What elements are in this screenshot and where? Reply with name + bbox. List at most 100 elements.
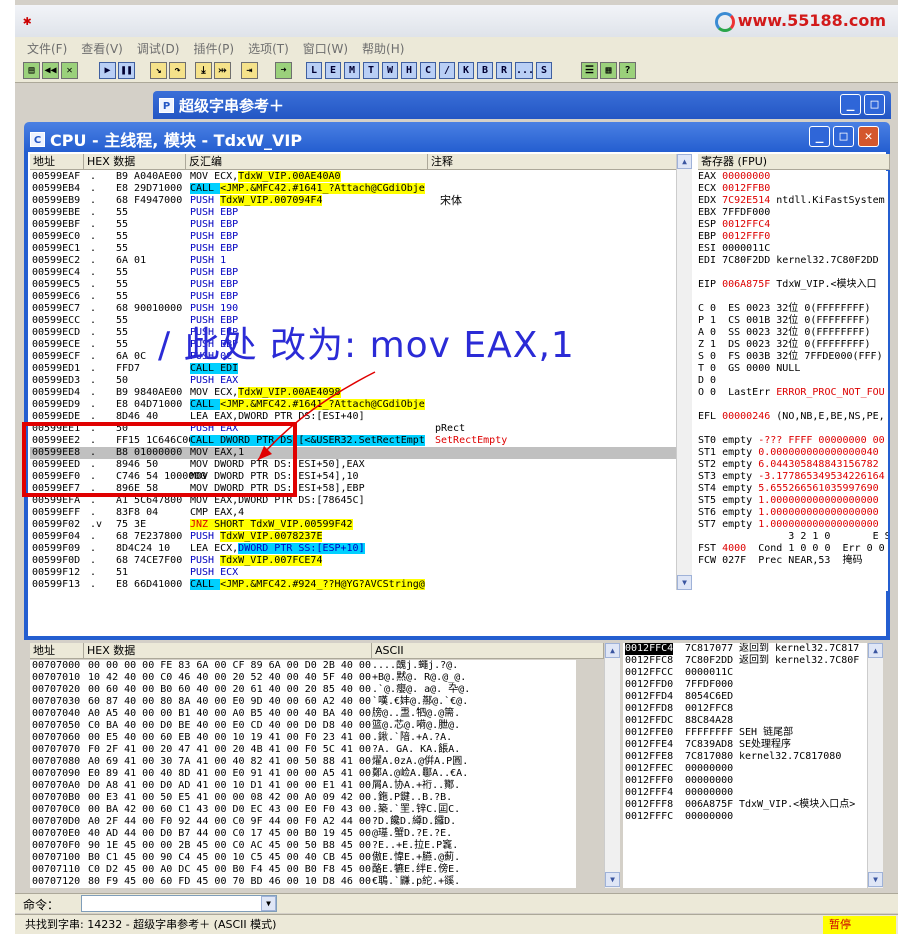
register-line[interactable]: O 0 LastErr ERROR_PROC_NOT_FOU bbox=[698, 387, 888, 399]
command-dropdown-icon[interactable]: ▼ bbox=[261, 896, 276, 911]
dump-row[interactable]: 00707060 00 E5 40 00 60 EB 40 00 10 19 41… bbox=[30, 732, 576, 744]
trace-over-icon[interactable]: ⤔ bbox=[214, 62, 231, 79]
menu-help[interactable]: 帮助(H) bbox=[362, 40, 404, 57]
disassembly-pane[interactable]: 00599EAF. B9 A040AE00 MOV ECX,TdxW_VIP.00A… bbox=[30, 171, 692, 591]
register-line[interactable]: S 0 FS 003B 32位 7FFDE000(FFF) bbox=[698, 351, 888, 363]
goto-icon[interactable]: ➜ bbox=[275, 62, 292, 79]
register-line[interactable]: ST5 empty 1.000000000000000000 bbox=[698, 495, 888, 507]
stack-scrollbar[interactable]: ▲ ▼ bbox=[867, 643, 883, 888]
register-line[interactable]: ESI 0000011C bbox=[698, 243, 888, 255]
toolbar-breakpoints-button[interactable]: B bbox=[477, 62, 493, 79]
dump-row[interactable]: 00707010 10 42 40 00 C0 46 40 00 20 52 40… bbox=[30, 672, 576, 684]
register-line[interactable]: EDX 7C92E514 ntdll.KiFastSystem bbox=[698, 195, 888, 207]
dump-row[interactable]: 00707100 B0 C1 45 00 90 C4 45 00 10 C5 45… bbox=[30, 852, 576, 864]
register-line[interactable]: EAX 00000000 bbox=[698, 171, 888, 183]
disasm-row[interactable]: 00599EC4. 55 PUSH EBP bbox=[30, 267, 692, 279]
main-title-bar[interactable]: ✱ www.55188.com bbox=[15, 5, 898, 37]
toolbar-modules-button[interactable]: E bbox=[325, 62, 341, 79]
register-pane[interactable]: EAX 00000000 ECX 0012FFB0 EDX 7C92E514 ntd… bbox=[698, 171, 888, 591]
disasm-row[interactable]: 00599EBE. 55 PUSH EBP bbox=[30, 207, 692, 219]
menu-debug[interactable]: 调试(D) bbox=[137, 40, 180, 57]
register-line[interactable] bbox=[698, 399, 888, 411]
toolbar-references-button[interactable]: R bbox=[496, 62, 512, 79]
maximize-icon[interactable]: □ bbox=[864, 94, 885, 115]
dump-row[interactable]: 00707120 80 F9 45 00 60 FD 45 00 70 BD 46… bbox=[30, 876, 576, 888]
disasm-row[interactable]: 00599F04. 68 7E237800 PUSH TdxW_VIP.007823… bbox=[30, 531, 692, 543]
disasm-row[interactable]: 00599EC5. 55 PUSH EBP bbox=[30, 279, 692, 291]
toolbar-log-button[interactable]: L bbox=[306, 62, 322, 79]
dump-row[interactable]: 007070E0 40 AD 44 00 D0 B7 44 00 C0 17 45… bbox=[30, 828, 576, 840]
menu-plugins[interactable]: 插件(P) bbox=[193, 40, 234, 57]
stack-row[interactable]: 0012FFD4 8054C6ED bbox=[623, 691, 867, 703]
stack-row[interactable]: 0012FFCC 0000011C bbox=[623, 667, 867, 679]
disasm-row[interactable]: 00599EAF. B9 A040AE00 MOV ECX,TdxW_VIP.00A… bbox=[30, 171, 692, 183]
dump-row[interactable]: 00707040 A0 A5 40 00 00 B1 40 00 A0 B5 40… bbox=[30, 708, 576, 720]
stack-row[interactable]: 0012FFFC 00000000 bbox=[623, 811, 867, 823]
disasm-row[interactable]: 00599ED4. B9 9840AE00 MOV ECX,TdxW_VIP.00A… bbox=[30, 387, 692, 399]
help-icon[interactable]: ? bbox=[619, 62, 636, 79]
dump-row[interactable]: 007070A0 D0 A8 41 00 D0 AD 41 00 10 D1 41… bbox=[30, 780, 576, 792]
scroll-up-icon[interactable]: ▲ bbox=[677, 154, 692, 169]
register-line[interactable] bbox=[698, 267, 888, 279]
toolbar-cpu-button[interactable]: C bbox=[420, 62, 436, 79]
dump-row[interactable]: 00707080 A0 69 41 00 30 7A 41 00 40 82 41… bbox=[30, 756, 576, 768]
register-line[interactable]: FCW 027F Prec NEAR,53 掩码 bbox=[698, 555, 888, 567]
stack-row[interactable]: 0012FFEC 00000000 bbox=[623, 763, 867, 775]
toolbar-patches-button[interactable]: / bbox=[439, 62, 455, 79]
cpu-minimize-icon[interactable]: _ bbox=[809, 126, 830, 147]
stack-row[interactable]: 0012FFE0 FFFFFFFF SEH 链尾部 bbox=[623, 727, 867, 739]
register-line[interactable]: ECX 0012FFB0 bbox=[698, 183, 888, 195]
disasm-row[interactable]: 00599EC7. 68 90010000 PUSH 190 bbox=[30, 303, 692, 315]
disasm-row[interactable]: 00599EC1. 55 PUSH EBP bbox=[30, 243, 692, 255]
disasm-row[interactable]: 00599EC2. 6A 01 PUSH 1 bbox=[30, 255, 692, 267]
stack-row[interactable]: 0012FFF4 00000000 bbox=[623, 787, 867, 799]
disasm-row[interactable]: 00599EB9. 68 F4947000 PUSH TdxW_VIP.007094… bbox=[30, 195, 692, 207]
menu-options[interactable]: 选项(T) bbox=[248, 40, 289, 57]
cpu-maximize-icon[interactable]: □ bbox=[833, 126, 854, 147]
register-line[interactable]: Z 1 DS 0023 32位 0(FFFFFFFF) bbox=[698, 339, 888, 351]
disasm-row[interactable]: 00599F02 .v 75 3E JNZ SHORT TdxW_VIP.00599F… bbox=[30, 519, 692, 531]
options-list-icon[interactable]: ☰ bbox=[581, 62, 598, 79]
register-line[interactable]: ST2 empty 6.044305848843156782 bbox=[698, 459, 888, 471]
register-line[interactable]: EFL 00000246 (NO,NB,E,BE,NS,PE, bbox=[698, 411, 888, 423]
disasm-row[interactable]: 00599F0D. 68 74CE7F00 PUSH TdxW_VIP.007FCE… bbox=[30, 555, 692, 567]
register-line[interactable] bbox=[698, 423, 888, 435]
register-line[interactable]: P 1 CS 001B 32位 0(FFFFFFFF) bbox=[698, 315, 888, 327]
disasm-row[interactable]: 00599EC0. 55 PUSH EBP bbox=[30, 231, 692, 243]
dump-row[interactable]: 00707090 E0 89 41 00 40 8D 41 00 E0 91 41… bbox=[30, 768, 576, 780]
toolbar-callstack-button[interactable]: K bbox=[458, 62, 474, 79]
disasm-row[interactable]: 00599EB4. E8 29D71000 CALL <JMP.&MFC42.#16… bbox=[30, 183, 692, 195]
register-line[interactable]: D 0 bbox=[698, 375, 888, 387]
execute-till-return-icon[interactable]: ⇥ bbox=[241, 62, 258, 79]
register-line[interactable]: ST0 empty -??? FFFF 00000000 00 bbox=[698, 435, 888, 447]
dump-header-ascii[interactable]: ASCII bbox=[372, 643, 604, 659]
menu-window[interactable]: 窗口(W) bbox=[303, 40, 348, 57]
disasm-row[interactable]: 00599EC6. 55 PUSH EBP bbox=[30, 291, 692, 303]
dump-header-address[interactable]: 地址 bbox=[30, 643, 84, 659]
cpu-close-icon[interactable]: ✕ bbox=[858, 126, 879, 147]
dump-row[interactable]: 00707050 C0 BA 40 00 D0 BE 40 00 E0 CD 40… bbox=[30, 720, 576, 732]
string-reference-window-titlebar[interactable]: P 超级字串参考＋ _ □ bbox=[153, 91, 891, 119]
col-header-comment[interactable]: 注释 bbox=[428, 154, 692, 170]
register-line[interactable]: ST4 empty 5.655266561035997690 bbox=[698, 483, 888, 495]
dump-row[interactable]: 00707020 00 60 40 00 B0 60 40 00 20 61 40… bbox=[30, 684, 576, 696]
col-header-hex[interactable]: HEX 数据 bbox=[84, 154, 186, 170]
disasm-row[interactable]: 00599ED9. E8 04D71000 CALL <JMP.&MFC42.#16… bbox=[30, 399, 692, 411]
run-icon[interactable]: ▶ bbox=[99, 62, 116, 79]
register-line[interactable] bbox=[698, 291, 888, 303]
step-into-icon[interactable]: ↘ bbox=[150, 62, 167, 79]
stack-row[interactable]: 0012FFE4 7C839AD8 SE处理程序 bbox=[623, 739, 867, 751]
register-line[interactable]: T 0 GS 0000 NULL bbox=[698, 363, 888, 375]
stack-row[interactable]: 0012FFE8 7C817080 kernel32.7C817080 bbox=[623, 751, 867, 763]
toolbar-memory-button[interactable]: M bbox=[344, 62, 360, 79]
options-grid-icon[interactable]: ▦ bbox=[600, 62, 617, 79]
close-process-icon[interactable]: ✕ bbox=[61, 62, 78, 79]
register-line[interactable]: ST1 empty 0.000000000000000040 bbox=[698, 447, 888, 459]
dump-row[interactable]: 007070C0 00 BA 42 00 60 C1 43 00 D0 EC 43… bbox=[30, 804, 576, 816]
register-line[interactable]: FST 4000 Cond 1 0 0 0 Err 0 0 bbox=[698, 543, 888, 555]
register-line[interactable]: ST6 empty 1.000000000000000000 bbox=[698, 507, 888, 519]
disasm-row[interactable]: 00599EBF. 55 PUSH EBP bbox=[30, 219, 692, 231]
stack-row[interactable]: 0012FFD0 7FFDF000 bbox=[623, 679, 867, 691]
disasm-row[interactable]: 00599ED3. 50 PUSH EAX bbox=[30, 375, 692, 387]
dump-scrollbar[interactable]: ▲ ▼ bbox=[604, 643, 620, 888]
